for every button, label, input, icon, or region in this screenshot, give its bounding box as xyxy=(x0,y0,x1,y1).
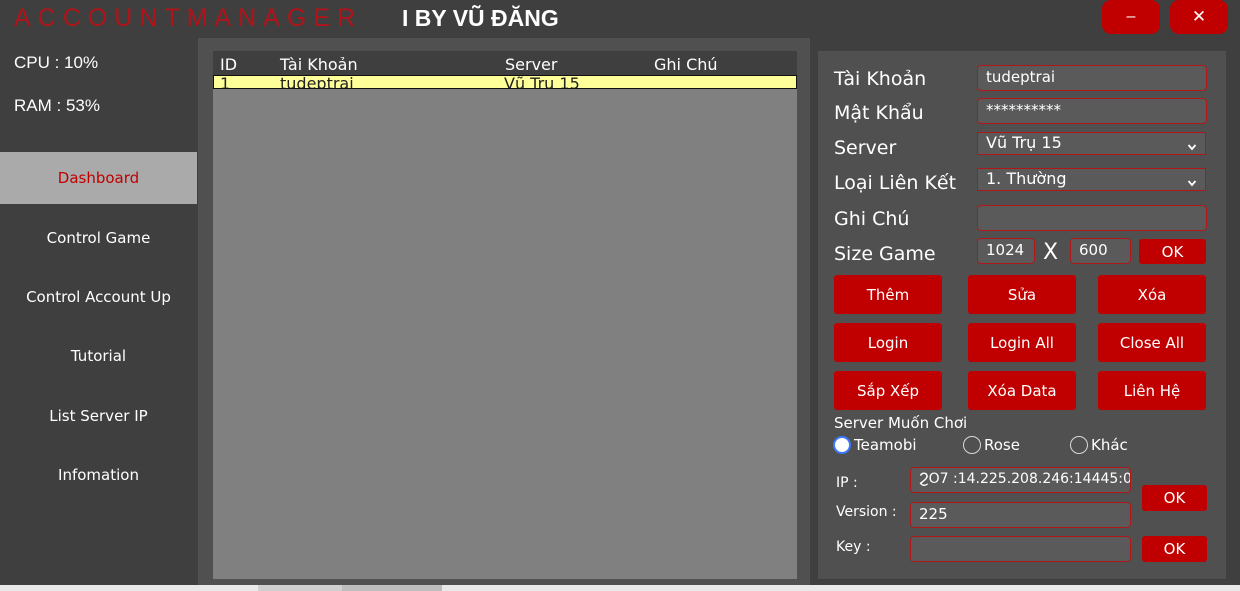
close-icon: ✕ xyxy=(1191,7,1207,26)
password-label: Mật Khẩu xyxy=(834,102,924,124)
sidebar-item-label: Dashboard xyxy=(57,169,140,187)
size-ok-button[interactable]: OK xyxy=(1139,239,1206,264)
close-button[interactable]: ✕ xyxy=(1170,0,1228,34)
ip-label: IP : xyxy=(836,475,858,491)
sidebar-item-label: Infomation xyxy=(58,466,139,484)
size-width-field[interactable]: 1024 xyxy=(977,238,1035,264)
ram-usage: RAM : 53% xyxy=(14,96,100,115)
cpu-usage: CPU : 10% xyxy=(14,53,99,72)
note-label: Ghi Chú xyxy=(834,208,910,230)
radio-selected-icon xyxy=(833,436,851,454)
background-taskbar xyxy=(0,585,1240,591)
note-field[interactable] xyxy=(977,205,1207,231)
column-header-account[interactable]: Tài Khoản xyxy=(280,55,358,74)
radio-unselected-icon xyxy=(963,436,981,454)
size-height-field[interactable]: 600 xyxy=(1070,238,1131,264)
ip-field[interactable]: ϨO7 :14.225.208.246:14445:0,0,0 xyxy=(910,467,1131,493)
table-header: ID Tài Khoản Server Ghi Chú xyxy=(213,51,797,75)
minimize-button[interactable]: – xyxy=(1102,0,1160,34)
table-row[interactable]: 1 tudeptrai Vũ Trụ 15 xyxy=(213,75,797,89)
sidebar-item-control-game[interactable]: Control Game xyxy=(0,212,197,264)
size-separator: X xyxy=(1043,240,1059,265)
sidebar-item-label: Control Game xyxy=(46,229,151,247)
login-all-button[interactable]: Login All xyxy=(968,323,1076,362)
close-all-button[interactable]: Close All xyxy=(1098,323,1206,362)
link-type-select-value: 1. Thường xyxy=(986,169,1067,188)
delete-data-button[interactable]: Xóa Data xyxy=(968,371,1076,410)
column-header-id[interactable]: ID xyxy=(220,55,237,74)
radio-label: Rose xyxy=(984,436,1020,454)
sidebar-item-list-server-ip[interactable]: List Server IP xyxy=(0,390,197,442)
account-label: Tài Khoản xyxy=(834,68,927,90)
arrange-button[interactable]: Sắp Xếp xyxy=(834,371,942,410)
server-select[interactable]: Vũ Trụ 15 xyxy=(977,132,1206,155)
radio-label: Khác xyxy=(1091,436,1128,454)
minimize-icon: – xyxy=(1126,8,1136,25)
row-server: Vũ Trụ 15 xyxy=(504,75,580,89)
taskbar-segment xyxy=(342,585,442,591)
radio-rose[interactable]: Rose xyxy=(963,436,1020,454)
key-ok-button[interactable]: OK xyxy=(1142,536,1207,562)
link-type-label: Loại Liên Kết xyxy=(834,172,957,194)
accounts-table[interactable]: ID Tài Khoản Server Ghi Chú 1 tudeptrai … xyxy=(213,51,797,579)
chevron-down-icon xyxy=(1187,173,1197,193)
row-id: 1 xyxy=(220,75,231,89)
column-header-note[interactable]: Ghi Chú xyxy=(654,55,718,74)
radio-unselected-icon xyxy=(1070,436,1088,454)
sidebar-item-label: List Server IP xyxy=(49,407,148,425)
app-byline: I BY VŨ ĐĂNG xyxy=(402,5,559,31)
version-field[interactable]: 225 xyxy=(910,502,1131,528)
size-game-label: Size Game xyxy=(834,243,936,265)
key-label: Key : xyxy=(836,539,871,555)
chevron-down-icon xyxy=(1187,137,1197,157)
sidebar-item-label: Control Account Up xyxy=(26,288,171,306)
delete-button[interactable]: Xóa xyxy=(1098,275,1206,314)
row-account: tudeptrai xyxy=(280,75,354,89)
radio-khac[interactable]: Khác xyxy=(1070,436,1128,454)
password-field[interactable]: ********** xyxy=(977,98,1207,124)
app-logo: ACCOUNTMANAGER xyxy=(14,4,363,32)
login-button[interactable]: Login xyxy=(834,323,942,362)
version-label: Version : xyxy=(836,504,897,520)
column-header-server[interactable]: Server xyxy=(505,55,557,74)
server-label: Server xyxy=(834,137,897,159)
key-field[interactable] xyxy=(910,536,1131,562)
radio-label: Teamobi xyxy=(854,436,917,454)
ip-version-ok-button[interactable]: OK xyxy=(1142,485,1207,511)
app-window: ACCOUNTMANAGER I BY VŨ ĐĂNG – ✕ CPU : 10… xyxy=(0,0,1240,585)
edit-button[interactable]: Sửa xyxy=(968,275,1076,314)
sidebar-item-control-account-up[interactable]: Control Account Up xyxy=(0,271,197,323)
sidebar-item-infomation[interactable]: Infomation xyxy=(0,449,197,501)
sidebar-item-label: Tutorial xyxy=(70,347,127,365)
link-type-select[interactable]: 1. Thường xyxy=(977,168,1206,191)
sidebar-item-tutorial[interactable]: Tutorial xyxy=(0,330,197,382)
contact-button[interactable]: Liên Hệ xyxy=(1098,371,1206,410)
server-select-value: Vũ Trụ 15 xyxy=(986,133,1062,152)
sidebar-item-dashboard[interactable]: Dashboard xyxy=(0,152,197,204)
add-button[interactable]: Thêm xyxy=(834,275,942,314)
server-choice-label: Server Muốn Chơi xyxy=(834,414,968,432)
radio-teamobi[interactable]: Teamobi xyxy=(833,436,917,454)
account-field[interactable]: tudeptrai xyxy=(977,65,1207,91)
taskbar-segment xyxy=(258,585,348,591)
